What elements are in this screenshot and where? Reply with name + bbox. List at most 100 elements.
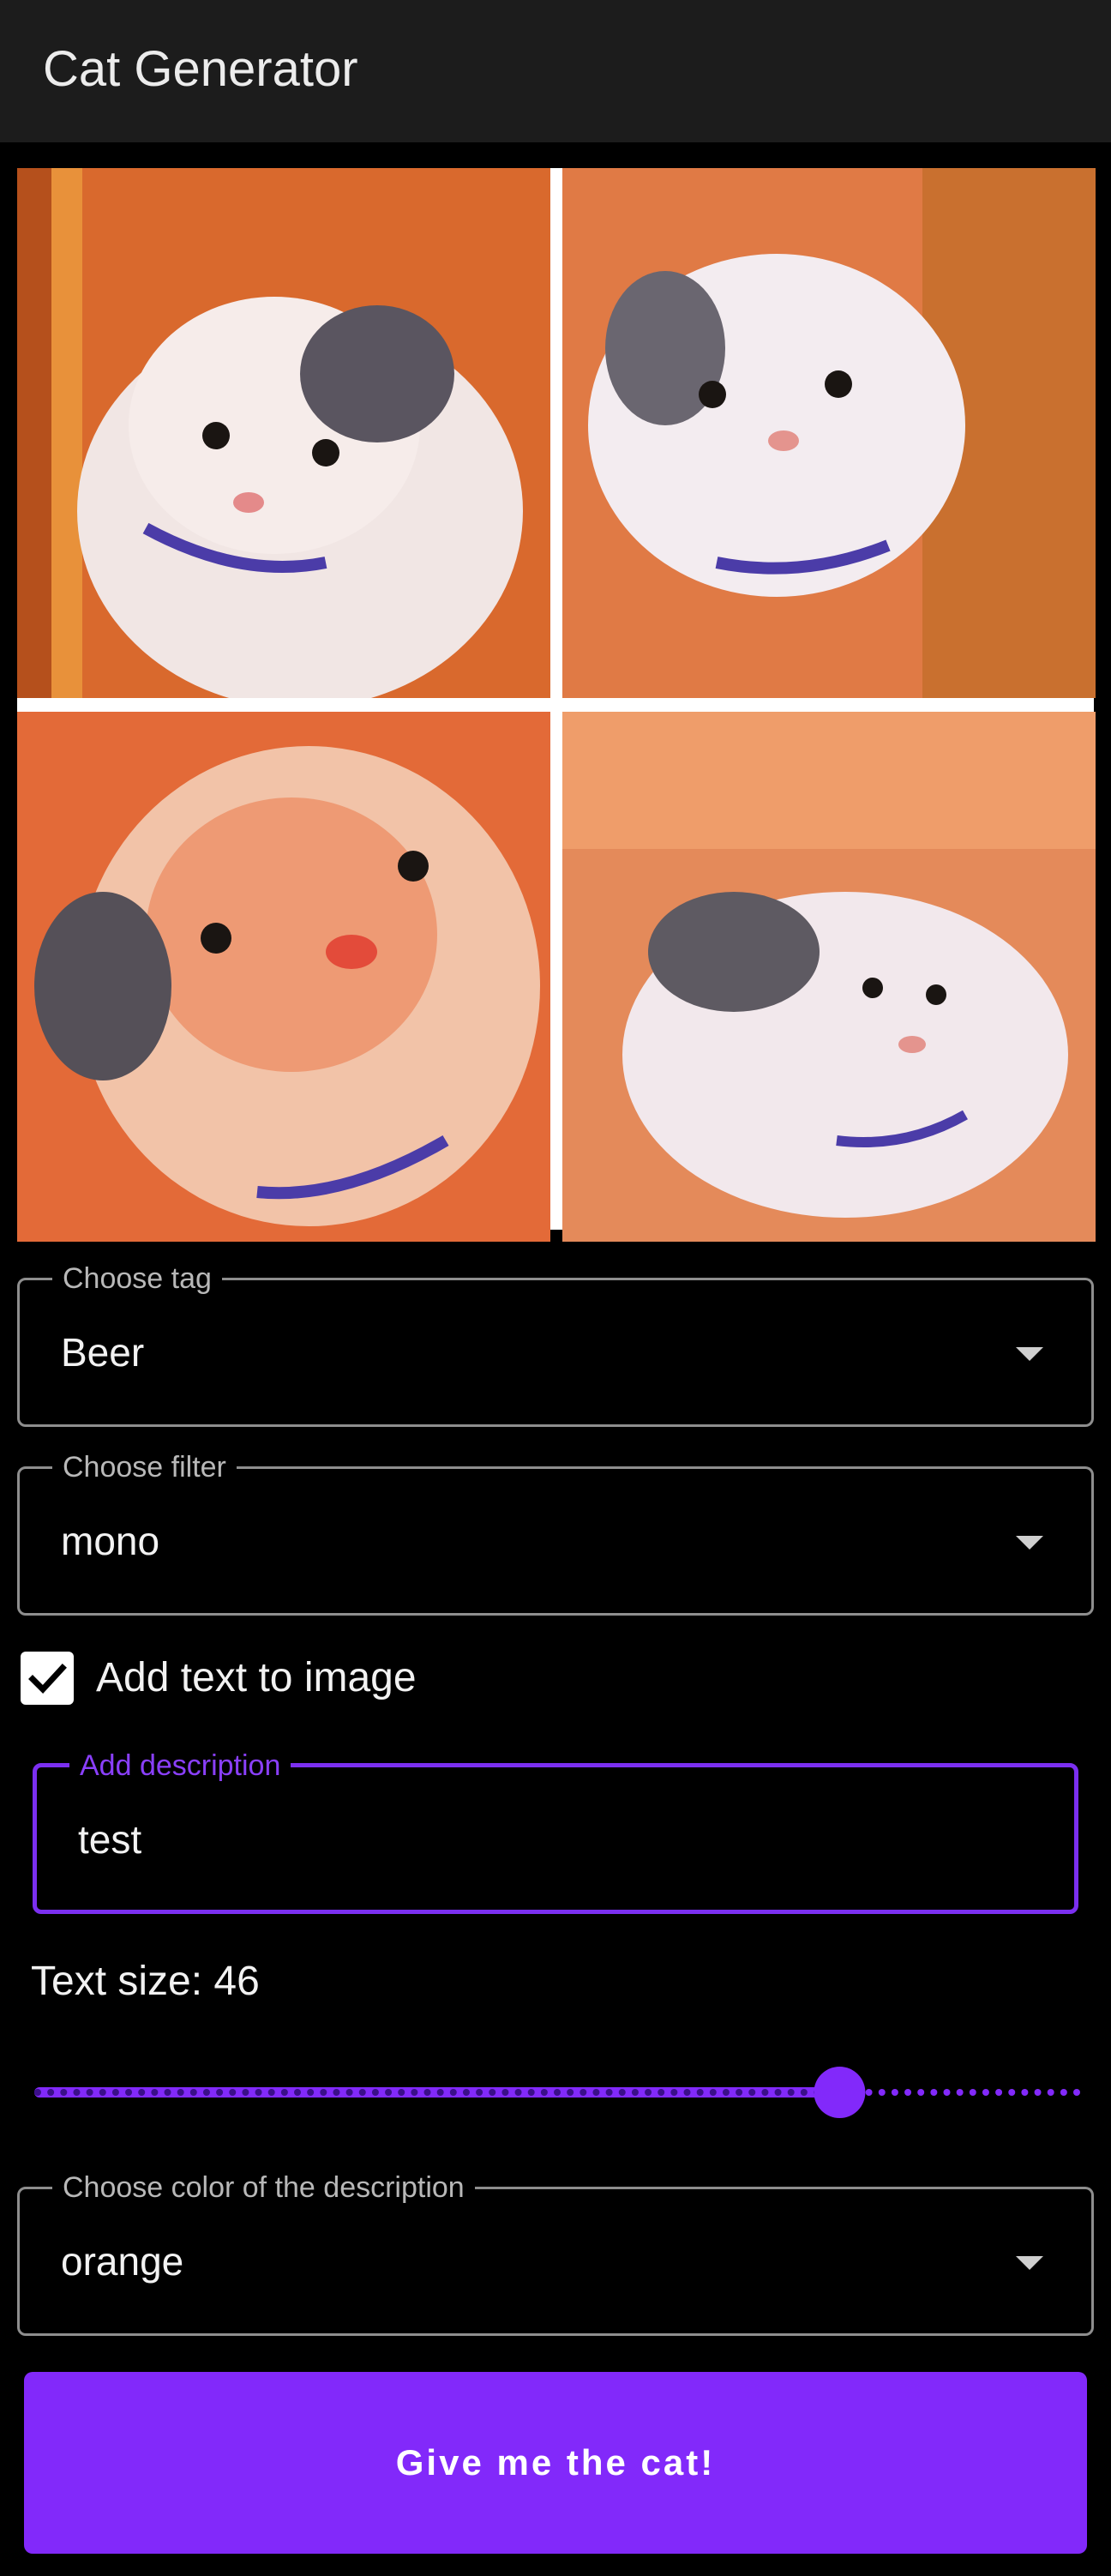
tag-select-value: Beer [61, 1330, 145, 1375]
slider-tick [774, 2089, 782, 2096]
slider-tick [1008, 2089, 1016, 2096]
slider-tick [865, 2089, 873, 2096]
slider-tick [1021, 2089, 1029, 2096]
arrow-drop-down-icon[interactable] [1016, 2256, 1043, 2270]
slider-tick [567, 2089, 574, 2096]
slider-tick [982, 2089, 989, 2096]
slider-tick [86, 2089, 93, 2096]
filter-select[interactable]: Choose filter mono [17, 1450, 1094, 1616]
slider-tick [489, 2089, 496, 2096]
slider-tick [151, 2089, 159, 2096]
slider-tick [904, 2089, 912, 2096]
slider-tick [385, 2089, 393, 2096]
slider-tick [605, 2089, 613, 2096]
slider-tick [618, 2089, 626, 2096]
description-field[interactable]: Add description test [33, 1748, 1078, 1914]
slider-tick [761, 2089, 769, 2096]
slider-tick [216, 2089, 224, 2096]
description-input[interactable]: test [78, 1815, 141, 1863]
slider-tick [722, 2089, 730, 2096]
slider-tick [956, 2089, 964, 2096]
slider-tick [554, 2089, 561, 2096]
slider-tick [202, 2089, 210, 2096]
slider-tick [645, 2089, 652, 2096]
slider-tick [891, 2089, 898, 2096]
slider-tick [748, 2089, 756, 2096]
slider-tick [736, 2089, 743, 2096]
add-text-label: Add text to image [96, 1655, 417, 1700]
slider-tick [345, 2089, 353, 2096]
slider-tick [371, 2089, 379, 2096]
app-title: Cat Generator [43, 41, 358, 97]
text-size-slider[interactable] [34, 2067, 1080, 2118]
slider-tick [138, 2089, 146, 2096]
slider-tick [800, 2089, 808, 2096]
slider-tick [255, 2089, 262, 2096]
slider-tick [436, 2089, 444, 2096]
app-bar: Cat Generator [0, 0, 1111, 142]
slider-tick [229, 2089, 237, 2096]
slider-tick [164, 2089, 171, 2096]
slider-tick [60, 2089, 68, 2096]
slider-tick [709, 2089, 717, 2096]
text-size-label: Text size: 46 [31, 1959, 260, 2004]
slider-tick [580, 2089, 587, 2096]
slider-tick [177, 2089, 184, 2096]
slider-tick [1034, 2089, 1042, 2096]
slider-tick [189, 2089, 197, 2096]
slider-tick [294, 2089, 301, 2096]
slider-tick [476, 2089, 483, 2096]
slider-tick [280, 2089, 288, 2096]
color-select-label: Choose color of the description [52, 2170, 475, 2205]
slider-tick [99, 2089, 106, 2096]
slider-tick [1060, 2089, 1067, 2096]
kitten-photo-3 [17, 712, 550, 1242]
slider-tick [878, 2089, 886, 2096]
slider-tick [449, 2089, 457, 2096]
description-label: Add description [69, 1748, 291, 1783]
slider-tick [514, 2089, 522, 2096]
slider-tick [1073, 2089, 1080, 2096]
add-text-checkbox[interactable] [21, 1652, 74, 1705]
slider-tick [631, 2089, 639, 2096]
kitten-photo-2 [562, 168, 1096, 698]
slider-tick [333, 2089, 340, 2096]
tag-select[interactable]: Choose tag Beer [17, 1261, 1094, 1427]
slider-tick [930, 2089, 938, 2096]
slider-tick [320, 2089, 327, 2096]
slider-tick [696, 2089, 704, 2096]
kitten-photo-1 [17, 168, 550, 698]
slider-tick [787, 2089, 795, 2096]
give-me-the-cat-button[interactable]: Give me the cat! [24, 2372, 1087, 2554]
check-icon [28, 1664, 67, 1694]
color-select[interactable]: Choose color of the description orange [17, 2170, 1094, 2336]
slider-tick [242, 2089, 249, 2096]
slider-tick [917, 2089, 925, 2096]
slider-tick [683, 2089, 691, 2096]
slider-tick [358, 2089, 366, 2096]
filter-select-label: Choose filter [52, 1450, 237, 1484]
slider-tick [111, 2089, 119, 2096]
slider-tick [501, 2089, 509, 2096]
slider-tick [658, 2089, 665, 2096]
slider-tick [34, 2089, 41, 2096]
slider-tick [527, 2089, 535, 2096]
slider-tick [73, 2089, 81, 2096]
cat-image-collage [17, 168, 1096, 1242]
arrow-drop-down-icon[interactable] [1016, 1536, 1043, 1550]
slider-thumb[interactable] [814, 2067, 866, 2118]
filter-select-value: mono [61, 1519, 160, 1563]
slider-tick [423, 2089, 431, 2096]
arrow-drop-down-icon[interactable] [1016, 1347, 1043, 1361]
slider-tick [995, 2089, 1003, 2096]
slider-tick [943, 2089, 951, 2096]
kitten-photo-4 [562, 712, 1096, 1242]
slider-tick [462, 2089, 470, 2096]
color-select-value: orange [61, 2239, 184, 2284]
slider-tick [540, 2089, 548, 2096]
slider-tick [411, 2089, 418, 2096]
slider-tick [307, 2089, 315, 2096]
tag-select-label: Choose tag [52, 1261, 222, 1296]
slider-tick [398, 2089, 405, 2096]
slider-tick [1047, 2089, 1054, 2096]
